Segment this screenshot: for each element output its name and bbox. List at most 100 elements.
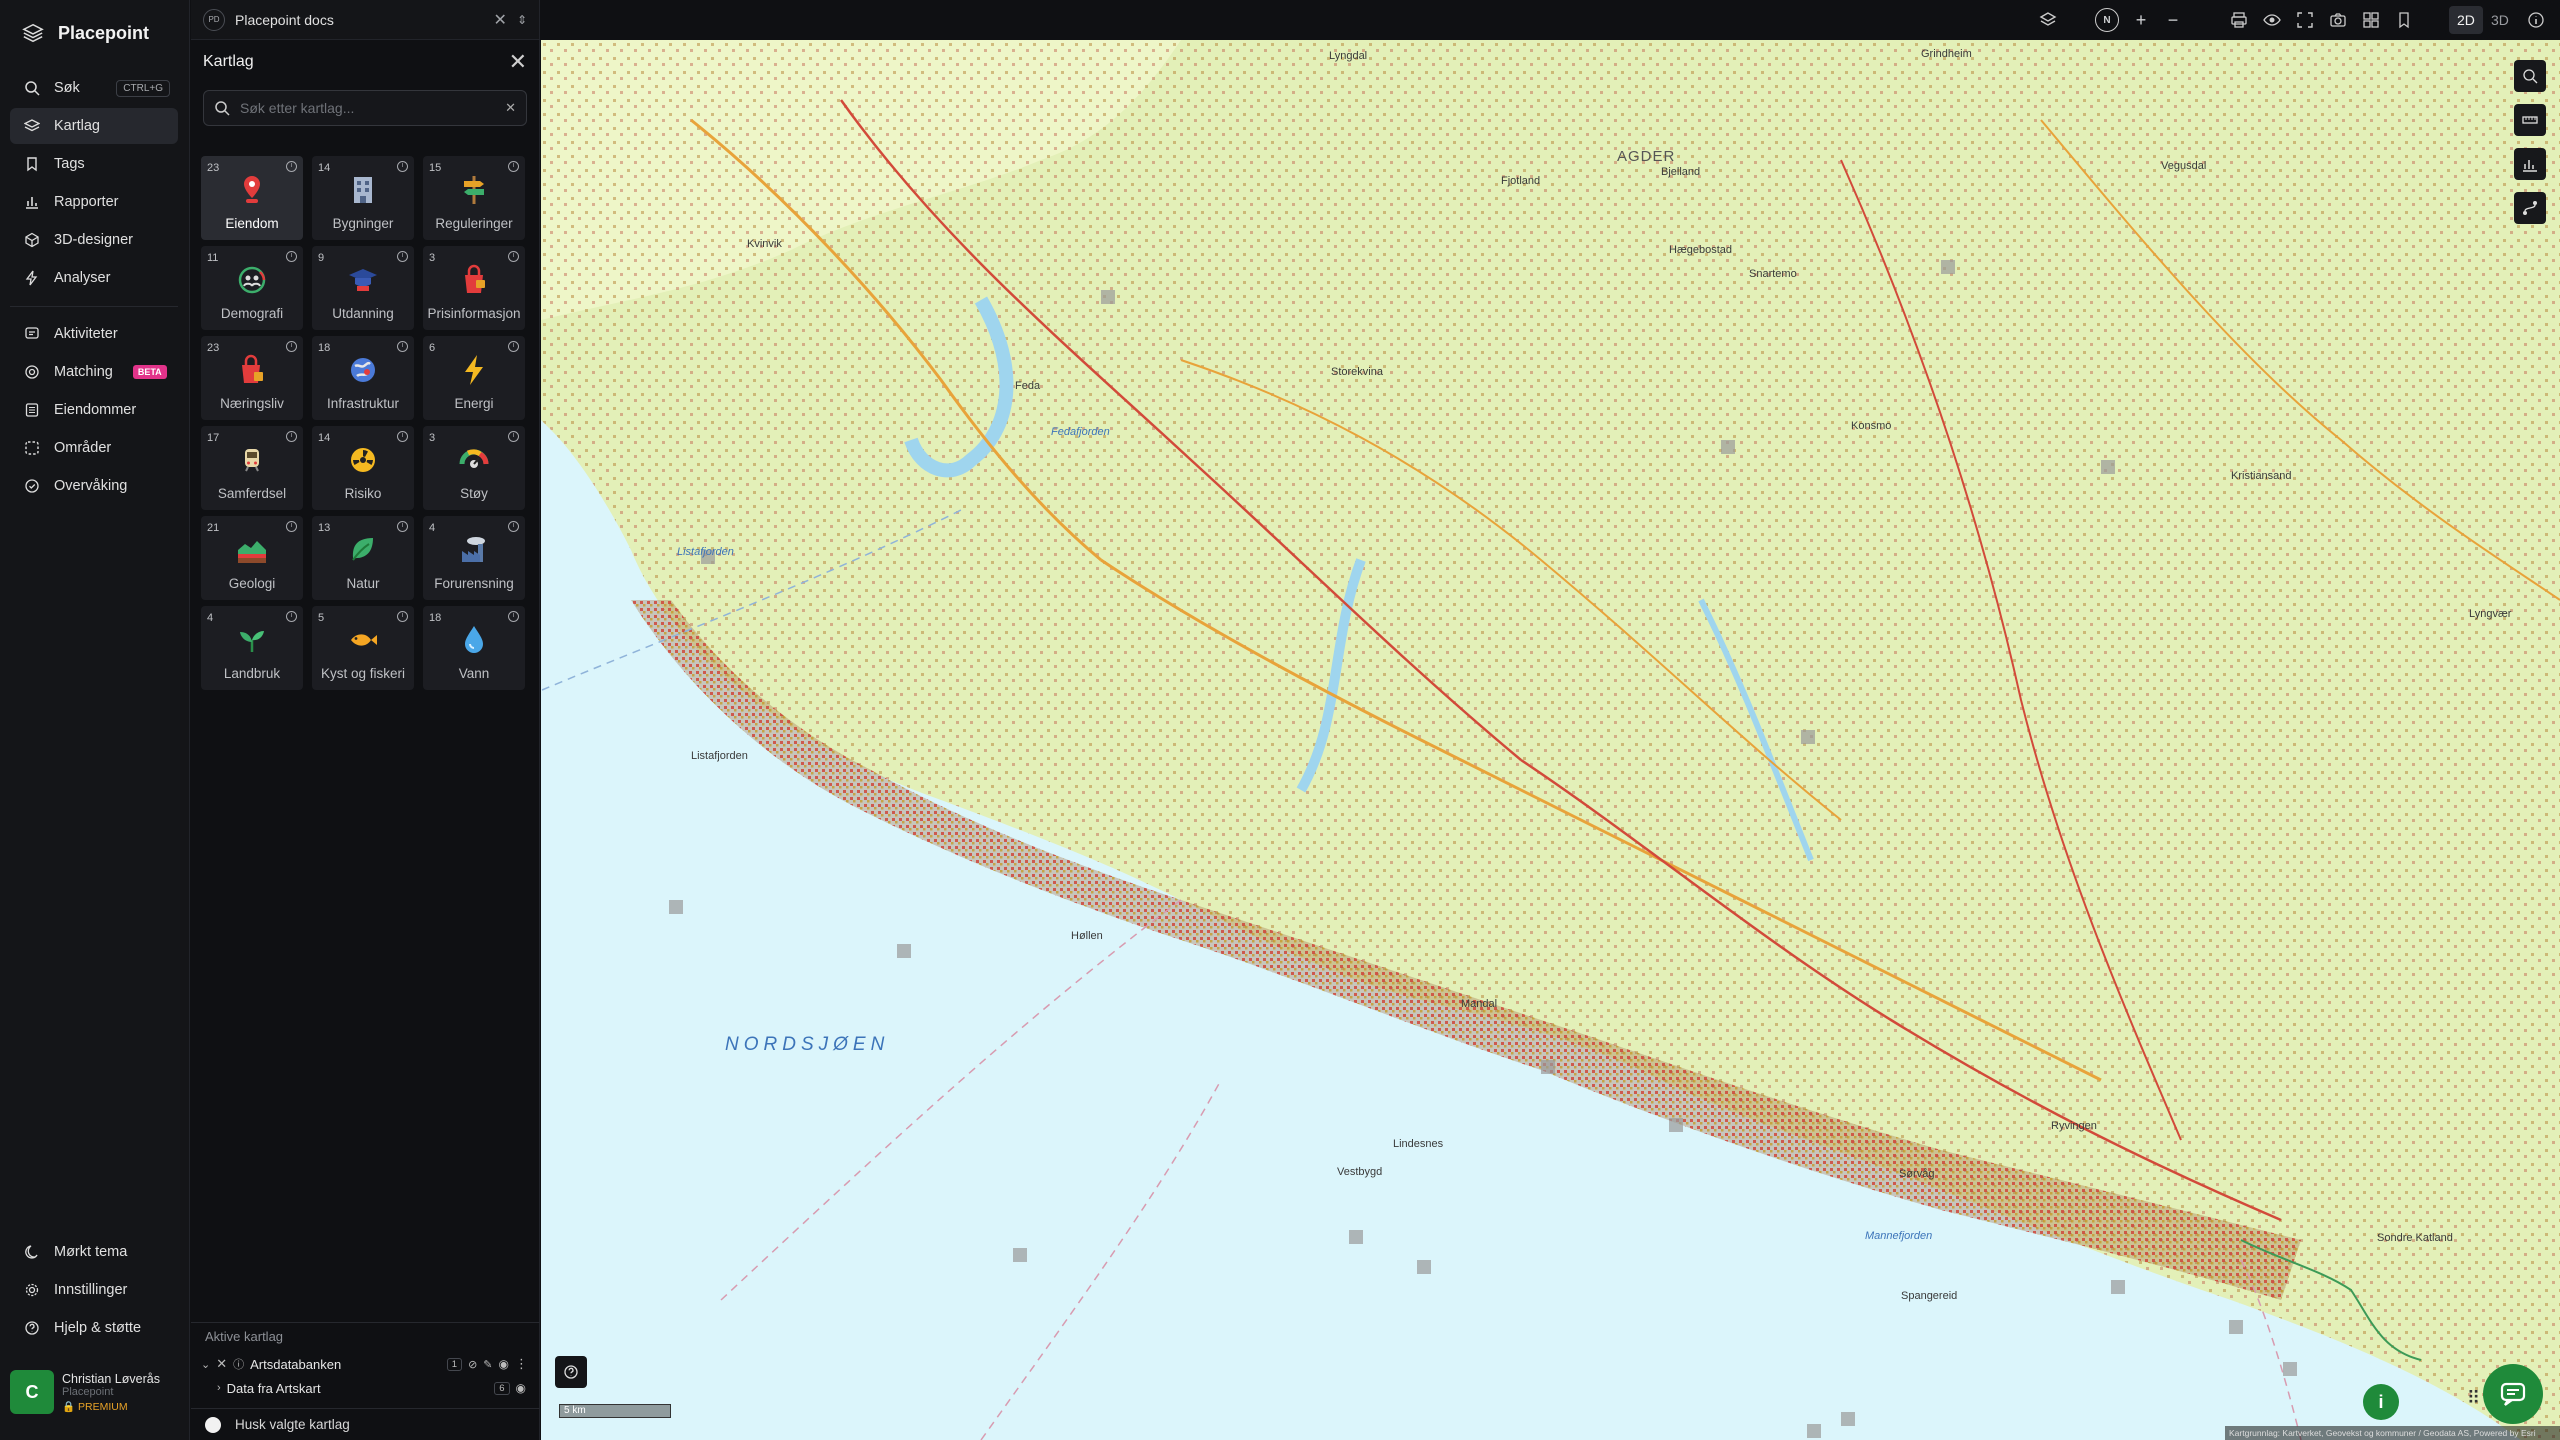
nav-item-dark-theme[interactable]: Mørkt tema [10,1234,178,1270]
nav-item-analyser[interactable]: Analyser [10,260,178,296]
chevron-down-icon[interactable]: ⌄ [201,1358,210,1371]
sub-layer-row[interactable]: › Data fra Artskart 6 ◉ [191,1377,540,1399]
place-label: Grindheim [1921,48,1972,60]
clear-icon[interactable]: ✕ [505,100,516,116]
nav-item-settings[interactable]: Innstillinger [10,1272,178,1308]
bookmark-icon[interactable] [2393,8,2415,32]
active-layer-row[interactable]: ⌄ ✕ ⓘ Artsdatabanken 1 ⊘ ✎ ◉ ⋮ [191,1353,540,1375]
info-icon[interactable]: i [508,251,519,262]
route-tool-button[interactable] [2514,192,2546,224]
eye-icon[interactable]: ◉ [499,1357,509,1371]
nav-item-tags[interactable]: Tags [10,146,178,182]
compass-north-icon[interactable]: N [2095,8,2119,32]
info-icon[interactable]: i [286,341,297,352]
print-icon[interactable] [2228,8,2250,32]
leaf-icon [352,538,373,561]
measure-tool-button[interactable] [2514,104,2546,136]
info-icon[interactable]: i [397,431,408,442]
info-icon[interactable]: i [397,611,408,622]
category-prisinformasjon[interactable]: 3 i Prisinformasjon [423,246,525,330]
category-naeringsliv[interactable]: 23 i Næringsliv [201,336,303,420]
remove-icon[interactable]: ✕ [216,1356,227,1372]
bar-chart-icon [24,194,40,210]
info-icon[interactable]: i [286,251,297,262]
fullscreen-icon[interactable] [2294,8,2316,32]
drag-handle-icon[interactable]: ⠿ [2467,1388,2480,1409]
info-icon[interactable]: i [286,611,297,622]
category-vann[interactable]: 18 i Vann [423,606,525,690]
chat-button[interactable] [2483,1364,2543,1424]
camera-icon[interactable] [2327,8,2349,32]
info-icon[interactable]: i [397,251,408,262]
category-forurensning[interactable]: 4 i Forurensning [423,516,525,600]
water-label: Listafjorden [677,546,734,558]
info-icon[interactable] [2525,8,2547,32]
category-geologi[interactable]: 21 i Geologi [201,516,303,600]
info-icon[interactable]: i [286,161,297,172]
info-icon[interactable]: i [397,341,408,352]
nav-item-omrader[interactable]: Områder [10,430,178,466]
globe-icon [351,358,375,382]
map-canvas[interactable]: AGDER NORDSJØEN Grindheim Lyngdal Vegusd… [541,40,2560,1440]
category-samferdsel[interactable]: 17 i Samferdsel [201,426,303,510]
nav-item-3d-designer[interactable]: 3D-designer [10,222,178,258]
zoom-in-icon[interactable]: + [2131,8,2151,32]
map-help-button[interactable] [555,1356,587,1388]
filter-icon[interactable]: ⊘ [468,1358,477,1371]
category-risiko[interactable]: 14 i Risiko [312,426,414,510]
info-icon[interactable]: i [508,611,519,622]
zoom-out-icon[interactable]: − [2163,8,2183,32]
close-panel-icon[interactable]: ✕ [509,49,527,75]
info-icon[interactable]: i [397,521,408,532]
category-kyst-og-fiskeri[interactable]: 5 i Kyst og fiskeri [312,606,414,690]
nav-item-search[interactable]: Søk CTRL+G [10,70,178,106]
category-demografi[interactable]: 11 i Demografi [201,246,303,330]
eye-icon[interactable]: ◉ [516,1381,526,1395]
nav-item-kartlag[interactable]: Kartlag [10,108,178,144]
eye-icon[interactable] [2261,8,2283,32]
edit-icon[interactable]: ✎ [483,1358,492,1371]
place-label: Vegusdal [2161,160,2207,172]
nav-item-help[interactable]: Hjelp & støtte [10,1310,178,1346]
category-label: Næringsliv [220,396,284,411]
mode-2d-button[interactable]: 2D [2449,6,2483,34]
category-natur[interactable]: 13 i Natur [312,516,414,600]
grid-icon[interactable] [2360,8,2382,32]
category-infrastruktur[interactable]: 18 i Infrastruktur [312,336,414,420]
user-profile[interactable]: C Christian Løverås Placepoint 🔒 PREMIUM [10,1362,180,1422]
close-icon[interactable]: ✕ [494,10,507,30]
category-landbruk[interactable]: 4 i Landbruk [201,606,303,690]
category-bygninger[interactable]: 14 i Bygninger [312,156,414,240]
layer-search-input[interactable] [240,100,496,116]
more-icon[interactable]: ⋮ [515,1356,528,1372]
category-utdanning[interactable]: 9 i Utdanning [312,246,414,330]
info-icon[interactable]: i [508,161,519,172]
draw-tool-button[interactable] [2514,60,2546,92]
info-icon[interactable]: i [397,161,408,172]
nav-item-overvaking[interactable]: Overvåking [10,468,178,504]
nav-item-eiendommer[interactable]: Eiendommer [10,392,178,428]
category-eiendom[interactable]: 23 i Eiendom [201,156,303,240]
nav-item-aktiviteter[interactable]: Aktiviteter [10,316,178,352]
nav-item-matching[interactable]: Matching BETA [10,354,178,390]
remember-toggle[interactable] [205,1416,221,1433]
nav-item-rapporter[interactable]: Rapporter [10,184,178,220]
category-stoy[interactable]: 3 i Støy [423,426,525,510]
chevron-updown-icon[interactable]: ⇕ [517,13,527,27]
category-energi[interactable]: 6 i Energi [423,336,525,420]
document-selector[interactable]: PD Placepoint docs ✕ ⇕ [191,0,539,40]
info-icon[interactable]: i [286,431,297,442]
layers-stack-icon[interactable] [2036,8,2060,32]
category-reguleringer[interactable]: 15 i Reguleringer [423,156,525,240]
brand[interactable]: Placepoint [0,0,189,66]
info-icon[interactable]: i [286,521,297,532]
remember-layers[interactable]: Husk valgte kartlag [191,1408,540,1440]
layer-info-icon[interactable]: ⓘ [233,1356,244,1372]
info-icon[interactable]: i [508,431,519,442]
info-icon[interactable]: i [508,521,519,532]
info-icon[interactable]: i [508,341,519,352]
mode-3d-button[interactable]: 3D [2483,6,2517,34]
chart-tool-button[interactable] [2514,148,2546,180]
map-info-button[interactable]: i [2363,1384,2399,1420]
chevron-right-icon[interactable]: › [217,1382,221,1394]
